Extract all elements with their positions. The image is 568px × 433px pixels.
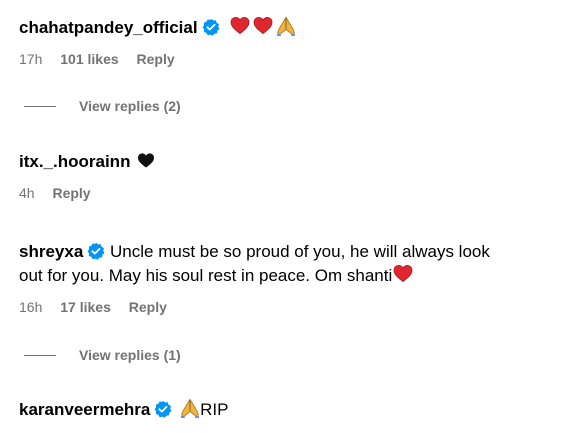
comment-text-line1: Uncle must be so proud of you, he will a… — [110, 242, 490, 261]
heart-icon — [230, 16, 250, 34]
timestamp: 17h — [19, 51, 43, 67]
likes-count[interactable]: 17 likes — [60, 299, 111, 315]
comment-body: itx._.hoorainn — [19, 150, 558, 174]
comment-meta: 16h 17 likes Reply — [19, 298, 558, 316]
heart-icon — [393, 264, 413, 282]
view-replies-label: View replies (1) — [79, 347, 181, 363]
comment: itx._.hoorainn 4h Reply — [19, 150, 558, 202]
comment-body-cont: out for you. May his soul rest in peace.… — [19, 264, 558, 288]
pray-icon — [276, 17, 296, 36]
pray-icon — [180, 399, 200, 418]
username[interactable]: shreyxa — [19, 242, 83, 261]
comment: shreyxa Uncle must be so proud of you, h… — [19, 240, 558, 316]
view-replies-label: View replies (2) — [79, 98, 181, 114]
divider — [24, 354, 56, 356]
username[interactable]: karanveermehra — [19, 400, 150, 419]
comment-text: RIP — [200, 400, 229, 419]
divider — [24, 105, 56, 107]
comment-meta: 4h Reply — [19, 184, 558, 202]
comment: karanveermehra RIP — [19, 398, 558, 422]
heart-icon — [253, 16, 273, 34]
verified-badge-icon — [87, 242, 106, 260]
comment-body: chahatpandey_official — [19, 16, 558, 40]
timestamp: 4h — [19, 185, 35, 201]
reply-button[interactable]: Reply — [137, 51, 175, 67]
black-heart-icon — [138, 153, 155, 168]
likes-count[interactable]: 101 likes — [60, 51, 118, 67]
username[interactable]: chahatpandey_official — [19, 18, 198, 37]
reply-button[interactable]: Reply — [129, 299, 167, 315]
reply-button[interactable]: Reply — [52, 185, 90, 201]
verified-badge-icon — [201, 18, 220, 36]
view-replies-button[interactable]: View replies (1) — [24, 347, 181, 363]
username[interactable]: itx._.hoorainn — [19, 152, 130, 171]
verified-badge-icon — [154, 400, 173, 418]
comment: chahatpandey_official 17h 101 likes Repl… — [19, 16, 558, 68]
timestamp: 16h — [19, 299, 43, 315]
comment-meta: 17h 101 likes Reply — [19, 50, 558, 68]
comment-body: shreyxa Uncle must be so proud of you, h… — [19, 240, 558, 264]
comment-text-line2: out for you. May his soul rest in peace.… — [19, 266, 393, 285]
comment-body: karanveermehra RIP — [19, 398, 558, 422]
view-replies-button[interactable]: View replies (2) — [24, 98, 181, 114]
